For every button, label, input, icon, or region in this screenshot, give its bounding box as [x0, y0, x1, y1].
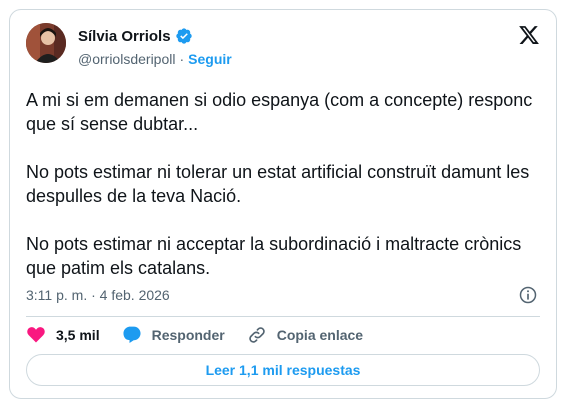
- tweet-paragraph: No pots estimar ni acceptar la subordina…: [26, 234, 522, 278]
- like-button[interactable]: 3,5 mil: [26, 325, 100, 345]
- follow-button[interactable]: Seguir: [188, 51, 232, 67]
- reply-label: Responder: [151, 327, 225, 343]
- tweet-text: A mi si em demanen si odio espanya (com …: [26, 88, 536, 304]
- like-count: 3,5 mil: [56, 327, 100, 343]
- tweet-paragraph: No pots estimar ni tolerar un estat arti…: [26, 162, 530, 206]
- x-logo-icon[interactable]: [518, 24, 540, 46]
- read-replies-button[interactable]: Leer 1,1 mil respuestas: [26, 354, 540, 386]
- action-bar: 3,5 mil Responder Copia enlace: [26, 324, 385, 346]
- reply-button[interactable]: Responder: [122, 325, 225, 345]
- divider: [26, 316, 540, 317]
- heart-icon: [27, 327, 45, 343]
- author-handle[interactable]: @orriolsderipoll: [78, 51, 175, 67]
- author-name-row: Sílvia Orriols: [78, 27, 193, 45]
- tweet-paragraph: A mi si em demanen si odio espanya (com …: [26, 90, 533, 134]
- copy-link-label: Copia enlace: [276, 327, 364, 343]
- reply-bubble-icon: [123, 326, 141, 343]
- link-icon: [248, 327, 265, 343]
- tweet-timestamp[interactable]: 3:11 p. m. · 4 feb. 2026: [26, 287, 170, 303]
- info-icon[interactable]: [518, 285, 538, 305]
- author-handle-row: @orriolsderipoll · Seguir: [78, 51, 232, 67]
- avatar-image: [26, 23, 66, 63]
- copy-link-button[interactable]: Copia enlace: [247, 325, 363, 345]
- verified-badge-icon: [175, 28, 192, 44]
- author-name[interactable]: Sílvia Orriols: [78, 28, 171, 45]
- avatar[interactable]: [26, 23, 66, 63]
- separator-dot: ·: [179, 51, 185, 67]
- read-replies-label: Leer 1,1 mil respuestas: [205, 362, 361, 378]
- tweet-card: Sílvia Orriols @orriolsderipoll · Seguir…: [9, 9, 557, 399]
